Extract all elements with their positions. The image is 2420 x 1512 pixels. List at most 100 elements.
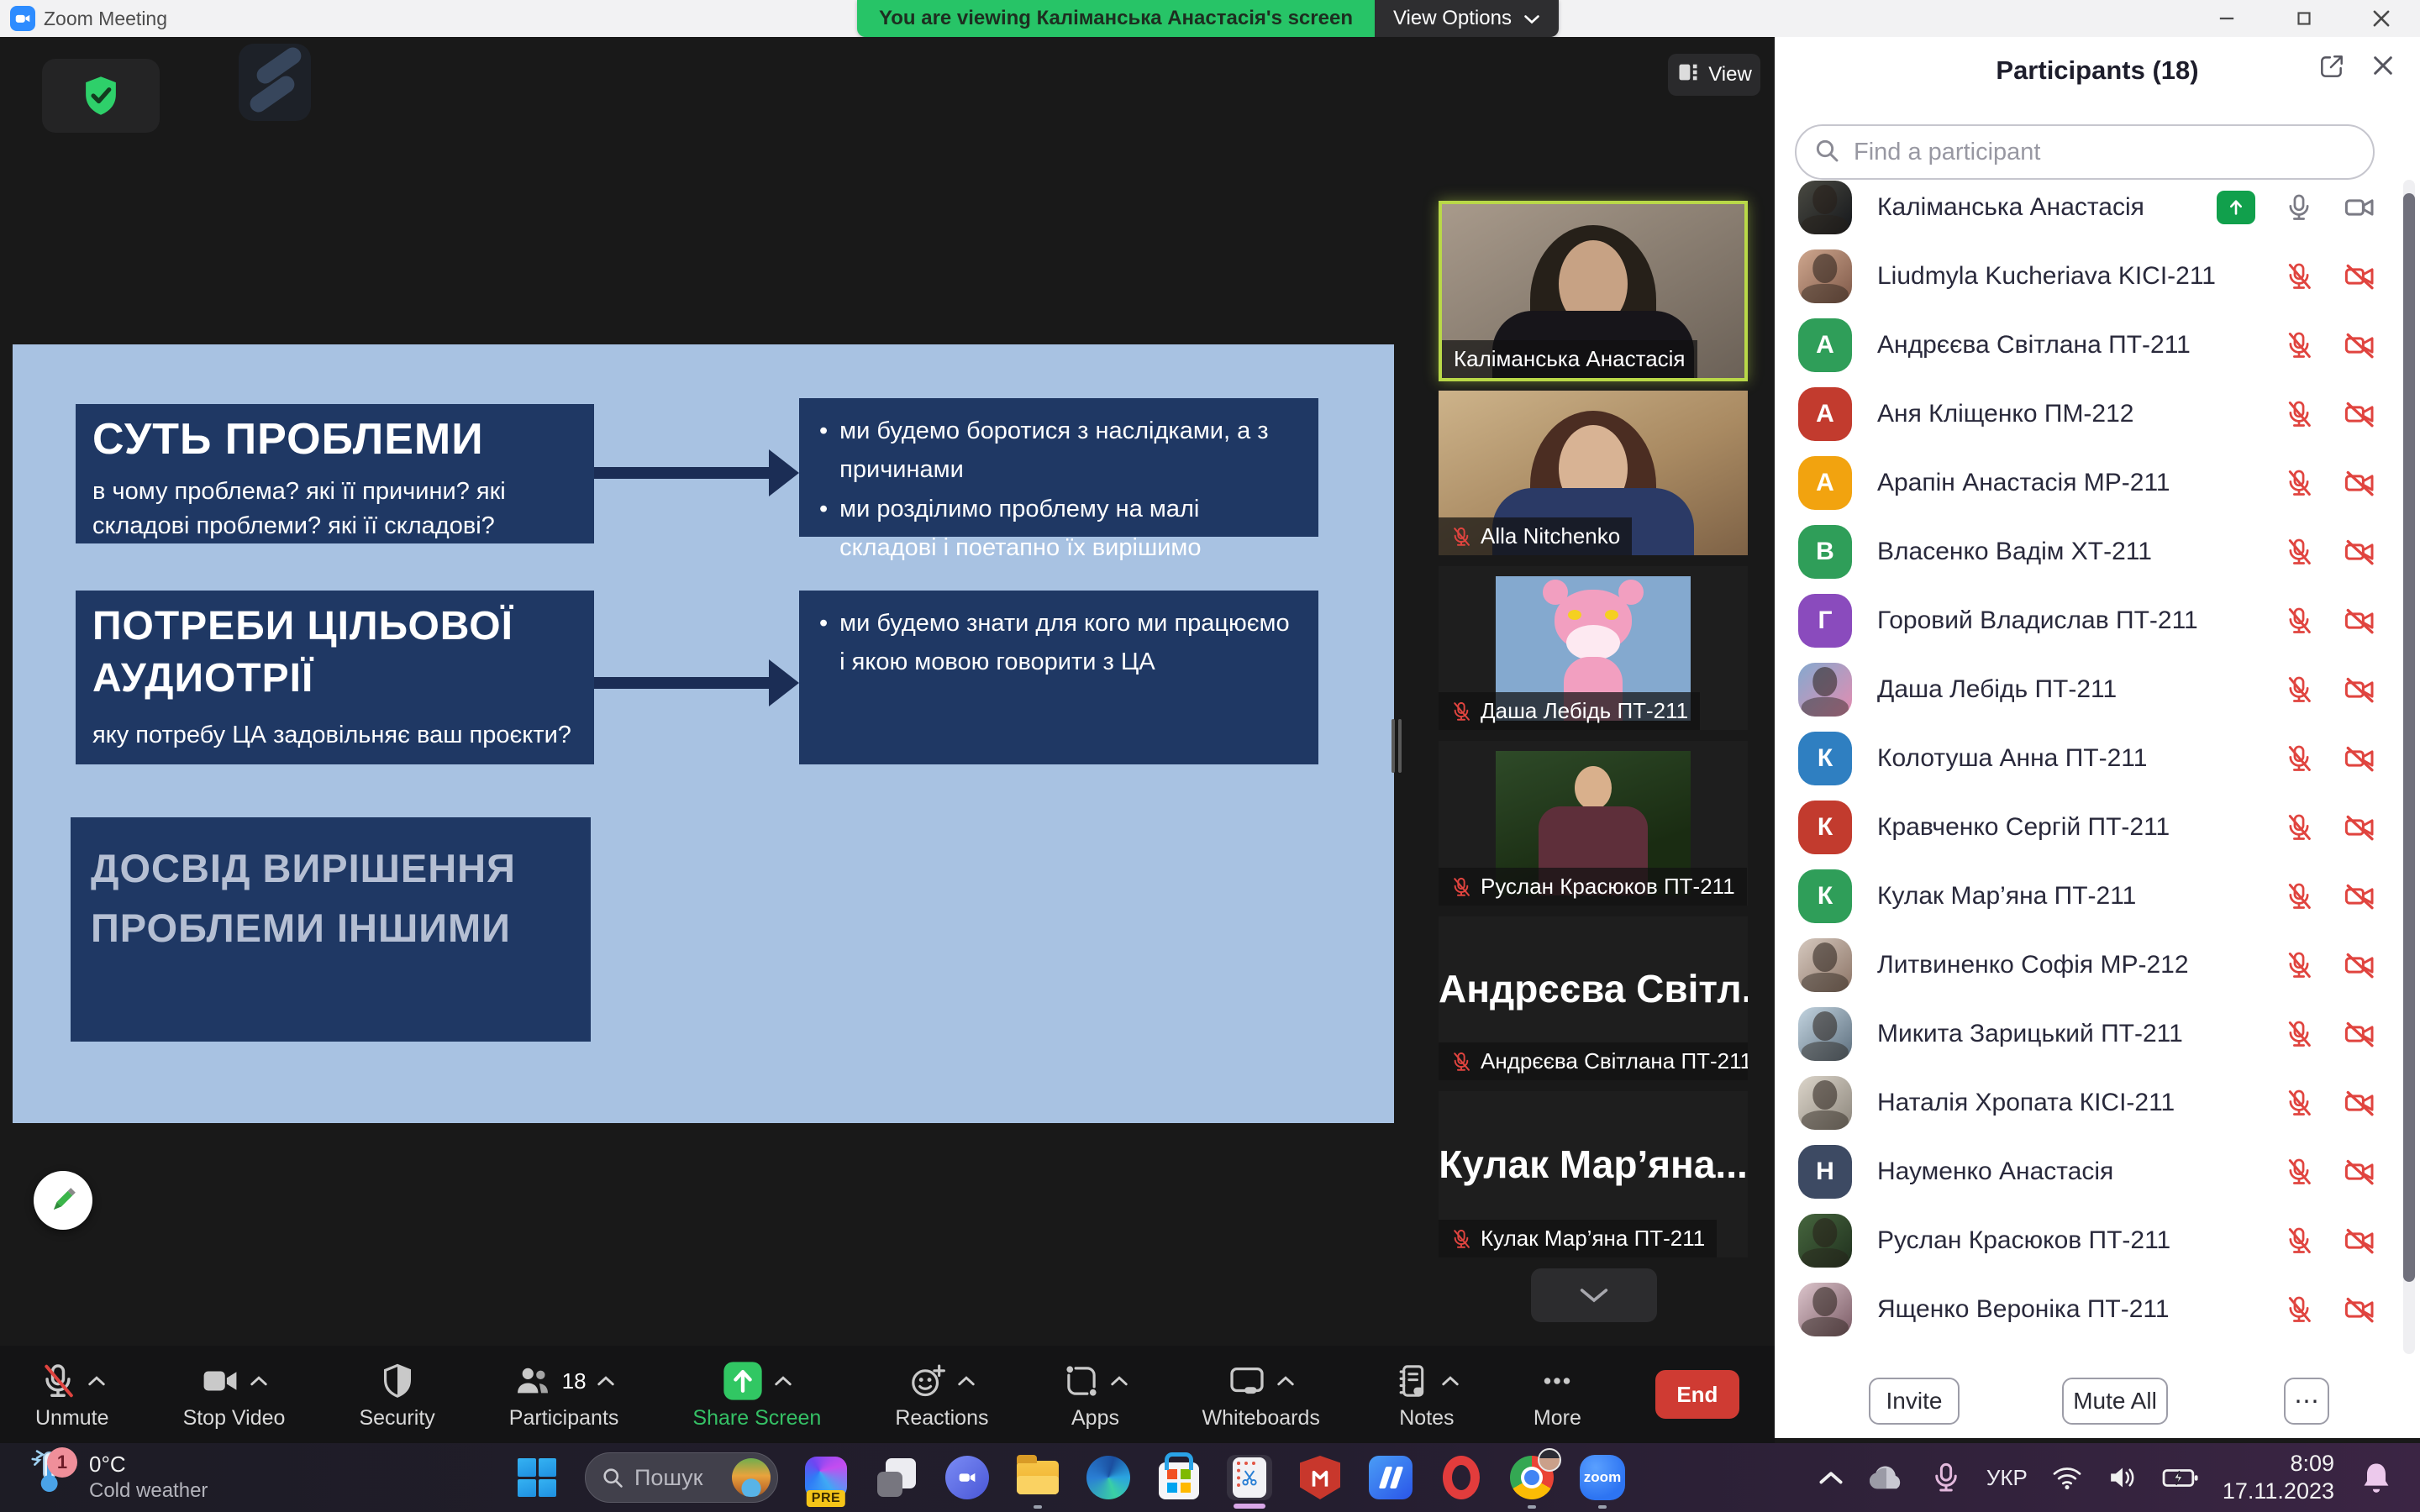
- chevron-up-icon[interactable]: [597, 1375, 615, 1387]
- zoom-icon[interactable]: zoom: [1580, 1455, 1625, 1500]
- video-tile[interactable]: Андрєєва Світл...Андрєєва Світлана ПТ-21…: [1439, 916, 1748, 1080]
- maximize-button[interactable]: [2265, 0, 2343, 37]
- video-tile[interactable]: Руслан Красюков ПТ-211: [1439, 741, 1748, 906]
- weather-widget[interactable]: 1 0°C Cold weather: [29, 1449, 208, 1504]
- chevron-up-icon[interactable]: [957, 1375, 976, 1387]
- share-screen-icon: [722, 1360, 764, 1402]
- participant-row[interactable]: Наталія Хропата КІСІ-211: [1775, 1068, 2420, 1137]
- avatar-photo: [1798, 1283, 1852, 1336]
- toolbar-label: Whiteboards: [1202, 1406, 1320, 1431]
- screen-sharing-badge: [2217, 191, 2255, 224]
- apps-button[interactable]: Apps: [1063, 1358, 1128, 1431]
- view-options-button[interactable]: View Options: [1375, 0, 1559, 37]
- pop-out-icon[interactable]: [2317, 52, 2346, 85]
- chevron-up-icon[interactable]: [1110, 1375, 1128, 1387]
- scrollbar-thumb[interactable]: [2403, 193, 2415, 1282]
- mute-all-button[interactable]: Mute All: [2062, 1378, 2168, 1425]
- panel-resize-handle[interactable]: [1392, 719, 1402, 773]
- whiteboards-button[interactable]: Whiteboards: [1202, 1358, 1320, 1431]
- participant-row[interactable]: ВВласенко Вадім ХТ-211: [1775, 517, 2420, 586]
- tray-expand-icon[interactable]: [1818, 1470, 1844, 1485]
- more-options-button[interactable]: ⋯: [2284, 1378, 2329, 1425]
- share-screen-button[interactable]: Share Screen: [692, 1358, 821, 1431]
- chevron-up-icon[interactable]: [774, 1375, 792, 1387]
- participant-name: Колотуша Анна ПТ-211: [1877, 744, 2284, 773]
- language-indicator[interactable]: УКР: [1986, 1465, 2028, 1491]
- participant-row[interactable]: Каліманська Анастасія: [1775, 173, 2420, 242]
- search-input[interactable]: [1852, 138, 2356, 167]
- task-view-icon[interactable]: [874, 1455, 919, 1500]
- edge-icon[interactable]: [1086, 1455, 1131, 1500]
- participant-row[interactable]: ГГоровий Владислав ПТ-211: [1775, 586, 2420, 655]
- participant-row[interactable]: Ященко Вероніка ПТ-211: [1775, 1275, 2420, 1344]
- snipping-tool-icon[interactable]: [1227, 1455, 1272, 1500]
- security-button[interactable]: Security: [359, 1358, 434, 1431]
- participant-row[interactable]: Литвиненко Софія МР-212: [1775, 931, 2420, 1000]
- participant-row[interactable]: ААня Кліщенко ПМ-212: [1775, 380, 2420, 449]
- scrollbar-track[interactable]: [2403, 180, 2415, 1354]
- copilot-icon[interactable]: PRE: [803, 1455, 849, 1500]
- microphone-status-icon[interactable]: [1929, 1461, 1963, 1494]
- video-tile[interactable]: Каліманська Анастасія: [1439, 201, 1748, 381]
- participants-button[interactable]: 18Participants: [509, 1358, 619, 1431]
- chevron-up-icon[interactable]: [1441, 1375, 1460, 1387]
- notes-button[interactable]: Notes: [1394, 1358, 1460, 1431]
- close-button[interactable]: [2343, 0, 2420, 37]
- participant-row[interactable]: ААрапін Анастасія МР-211: [1775, 449, 2420, 517]
- participant-row[interactable]: ККулак Мар’яна ПТ-211: [1775, 862, 2420, 931]
- participant-search[interactable]: [1795, 124, 2375, 180]
- participant-big-name: Кулак Мар’яна...: [1439, 1142, 1748, 1187]
- taskbar-search[interactable]: Пошук: [585, 1452, 778, 1503]
- windows-start-icon[interactable]: [514, 1455, 560, 1500]
- file-explorer-icon[interactable]: [1015, 1455, 1060, 1500]
- opera-icon[interactable]: [1439, 1455, 1484, 1500]
- volume-icon[interactable]: [2107, 1465, 2139, 1490]
- clock[interactable]: 8:0917.11.2023: [2223, 1450, 2334, 1505]
- toolbar-label: Security: [359, 1406, 434, 1431]
- unmute-button[interactable]: Unmute: [35, 1358, 109, 1431]
- mic-off-icon: [2284, 743, 2314, 774]
- close-panel-icon[interactable]: [2370, 52, 2396, 83]
- notifications-bell-icon[interactable]: [2358, 1459, 2395, 1496]
- chevron-up-icon[interactable]: [87, 1375, 106, 1387]
- onedrive-icon[interactable]: [1867, 1465, 1906, 1491]
- search-highlight-image: [732, 1458, 771, 1497]
- video-tile[interactable]: Alla Nitchenko: [1439, 391, 1748, 555]
- ai-app-icon[interactable]: [1368, 1455, 1413, 1500]
- participant-row[interactable]: Даша Лебідь ПТ-211: [1775, 655, 2420, 724]
- chevron-up-icon[interactable]: [1276, 1375, 1295, 1387]
- participant-row[interactable]: ККравченко Сергій ПТ-211: [1775, 793, 2420, 862]
- camera-off-icon: [2343, 1155, 2376, 1189]
- reactions-button[interactable]: Reactions: [895, 1358, 988, 1431]
- chrome-icon[interactable]: [1509, 1455, 1555, 1500]
- participant-row[interactable]: Liudmyla Kucheriava KICI-211: [1775, 242, 2420, 311]
- end-meeting-button[interactable]: End: [1655, 1370, 1739, 1419]
- mic-off-icon: [1450, 701, 1472, 722]
- participant-row[interactable]: Руслан Красюков ПТ-211: [1775, 1206, 2420, 1275]
- camera-off-icon: [2343, 1017, 2376, 1051]
- participant-row[interactable]: ККолотуша Анна ПТ-211: [1775, 724, 2420, 793]
- invite-button[interactable]: Invite: [1869, 1378, 1960, 1425]
- minimize-button[interactable]: [2188, 0, 2265, 37]
- wifi-icon[interactable]: [2051, 1465, 2083, 1490]
- more-button[interactable]: More: [1534, 1358, 1581, 1431]
- chevron-up-icon[interactable]: [250, 1375, 268, 1387]
- microsoft-store-icon[interactable]: [1156, 1455, 1202, 1500]
- annotate-button[interactable]: [34, 1171, 92, 1230]
- collapse-thumbnails-button[interactable]: [1531, 1268, 1657, 1322]
- participant-name: Даша Лебідь ПТ-211: [1481, 698, 1688, 724]
- battery-icon[interactable]: [2162, 1467, 2199, 1489]
- participant-row[interactable]: ННауменко Анастасія: [1775, 1137, 2420, 1206]
- mic-off-icon: [2284, 261, 2314, 291]
- participant-row[interactable]: ААндрєєва Світлана ПТ-211: [1775, 311, 2420, 380]
- stop-video-button[interactable]: Stop Video: [183, 1358, 286, 1431]
- chat-icon[interactable]: [944, 1455, 990, 1500]
- participant-row[interactable]: Микита Зарицький ПТ-211: [1775, 1000, 2420, 1068]
- video-tile[interactable]: Кулак Мар’яна...Кулак Мар’яна ПТ-211: [1439, 1091, 1748, 1257]
- video-tile[interactable]: Даша Лебідь ПТ-211: [1439, 566, 1748, 730]
- participants-list: Каліманська АнастасіяLiudmyla Kucheriava…: [1775, 173, 2420, 1344]
- participant-status-icons: [2284, 466, 2376, 500]
- thermometer-icon: 1: [29, 1449, 76, 1504]
- mcafee-icon[interactable]: [1297, 1455, 1343, 1500]
- participant-name: Литвиненко Софія МР-212: [1877, 951, 2284, 979]
